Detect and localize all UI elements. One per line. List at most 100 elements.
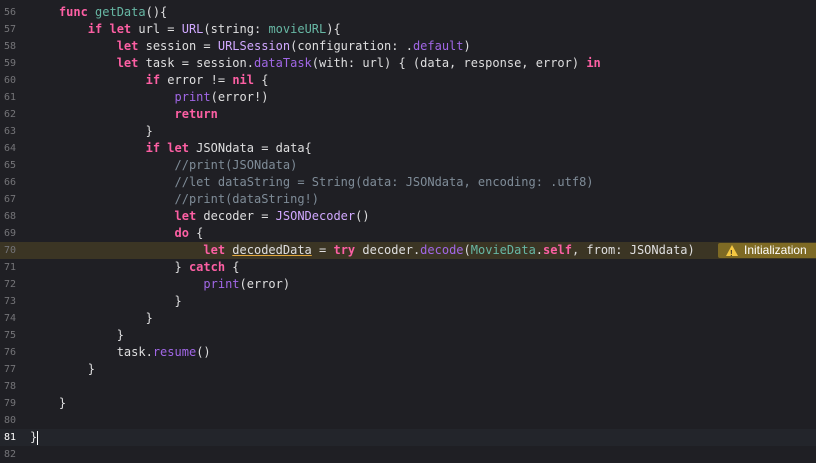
code-line[interactable]: 71 } catch { (0, 259, 816, 276)
line-number: 59 (3, 58, 16, 69)
code-token: { (225, 260, 240, 274)
line-number: 79 (3, 398, 16, 409)
code-text[interactable]: if let url = URL(string: movieURL){ (30, 21, 341, 38)
code-text[interactable]: let decodedData = try decoder.decode(Mov… (30, 242, 694, 259)
code-text[interactable]: } (30, 327, 124, 344)
code-token: (with: url) { (data, response, error) (311, 56, 587, 70)
warning-badge[interactable]: Initialization (718, 243, 816, 258)
code-token: task. (30, 345, 153, 359)
code-line[interactable]: 58 let session = URLSession(configuratio… (0, 38, 816, 55)
code-text[interactable]: //print(JSONdata) (30, 157, 298, 174)
code-text[interactable]: } catch { (30, 259, 240, 276)
code-text[interactable]: return (30, 106, 218, 123)
code-line[interactable]: 82 (0, 446, 816, 463)
line-number: 78 (3, 381, 16, 392)
code-text[interactable]: let session = URLSession(configuration: … (30, 38, 471, 55)
code-line[interactable]: 72 print(error) (0, 276, 816, 293)
line-number: 62 (3, 109, 16, 120)
code-token: movieURL (268, 22, 327, 36)
code-line[interactable]: 67 //print(dataString!) (0, 191, 816, 208)
code-line[interactable]: 57 if let url = URL(string: movieURL){ (0, 21, 816, 38)
line-number: 77 (3, 364, 16, 375)
code-text[interactable]: } (30, 310, 153, 327)
code-token: print (174, 90, 211, 104)
code-text[interactable]: let task = session.dataTask(with: url) {… (30, 55, 601, 72)
line-number: 82 (3, 449, 16, 460)
code-line[interactable]: 61 print(error!) (0, 89, 816, 106)
code-line[interactable]: 64 if let JSONdata = data{ (0, 140, 816, 157)
code-token: func (58, 5, 96, 19)
code-token: (error) (239, 277, 291, 291)
code-token: //print(dataString!) (174, 192, 320, 206)
code-line[interactable]: 56 func getData(){ (0, 4, 816, 21)
code-text[interactable]: do { (30, 225, 204, 242)
code-text[interactable]: } (30, 429, 39, 446)
code-line[interactable]: 75 } (0, 327, 816, 344)
code-text[interactable]: func getData(){ (30, 4, 167, 21)
code-token: () (196, 345, 211, 359)
code-text[interactable]: } (30, 293, 181, 310)
code-line[interactable]: 65 //print(JSONdata) (0, 157, 816, 174)
code-text[interactable]: } (30, 395, 66, 412)
line-number: 60 (3, 75, 16, 86)
code-token: != (210, 73, 233, 87)
code-editor[interactable]: 56 func getData(){57 if let url = URL(st… (0, 0, 816, 460)
code-token: } (30, 362, 96, 376)
code-line[interactable]: 73 } (0, 293, 816, 310)
line-number: 61 (3, 92, 16, 103)
code-text[interactable]: task.resume() (30, 344, 211, 361)
code-token: catch (188, 260, 226, 274)
code-token: //print(JSONdata) (174, 158, 298, 172)
code-line[interactable]: 70 let decodedData = try decoder.decode(… (0, 242, 816, 259)
code-token: let (203, 243, 233, 257)
code-token: decodedData (232, 243, 312, 257)
line-number: 66 (3, 177, 16, 188)
code-text[interactable]: print(error!) (30, 89, 269, 106)
code-token: { (254, 73, 269, 87)
code-line[interactable]: 62 return (0, 106, 816, 123)
code-line[interactable]: 63 } (0, 123, 816, 140)
code-line[interactable]: 59 let task = session.dataTask(with: url… (0, 55, 816, 72)
code-token: } (30, 260, 189, 274)
line-number: 72 (3, 279, 16, 290)
code-line[interactable]: 80 (0, 412, 816, 429)
code-line[interactable]: 66 //let dataString = String(data: JSONd… (0, 174, 816, 191)
line-number: 64 (3, 143, 16, 154)
code-line[interactable]: 69 do { (0, 225, 816, 242)
code-token: getData (95, 5, 146, 19)
code-line[interactable]: 74 } (0, 310, 816, 327)
code-text[interactable]: } (30, 123, 153, 140)
line-number: 57 (3, 24, 16, 35)
code-line[interactable]: 81} (0, 429, 816, 446)
code-text[interactable]: } (30, 361, 95, 378)
code-token: error (167, 73, 211, 87)
code-line[interactable]: 76 task.resume() (0, 344, 816, 361)
code-token: JSONDecoder (275, 209, 356, 223)
code-text[interactable]: print(error) (30, 276, 290, 293)
code-token: } (30, 311, 153, 325)
code-token: (error!) (210, 90, 269, 104)
code-text[interactable]: if let JSONdata = data{ (30, 140, 312, 157)
code-token: session = (145, 39, 218, 53)
code-token: task = session. (145, 56, 254, 70)
code-token: print (203, 277, 240, 291)
code-line[interactable]: 79 } (0, 395, 816, 412)
code-text[interactable]: if error != nil { (30, 72, 269, 89)
code-line[interactable]: 78 (0, 378, 816, 395)
code-text[interactable]: //print(dataString!) (30, 191, 320, 208)
code-text[interactable]: let decoder = JSONDecoder() (30, 208, 370, 225)
code-line[interactable]: 77 } (0, 361, 816, 378)
code-text[interactable]: //let dataString = String(data: JSONdata… (30, 174, 594, 191)
code-token: (configuration: . (290, 39, 413, 53)
code-token: } (30, 328, 124, 342)
code-line[interactable]: 60 if error != nil { (0, 72, 816, 89)
code-line[interactable]: 68 let decoder = JSONDecoder() (0, 208, 816, 225)
code-token: default (412, 39, 464, 53)
